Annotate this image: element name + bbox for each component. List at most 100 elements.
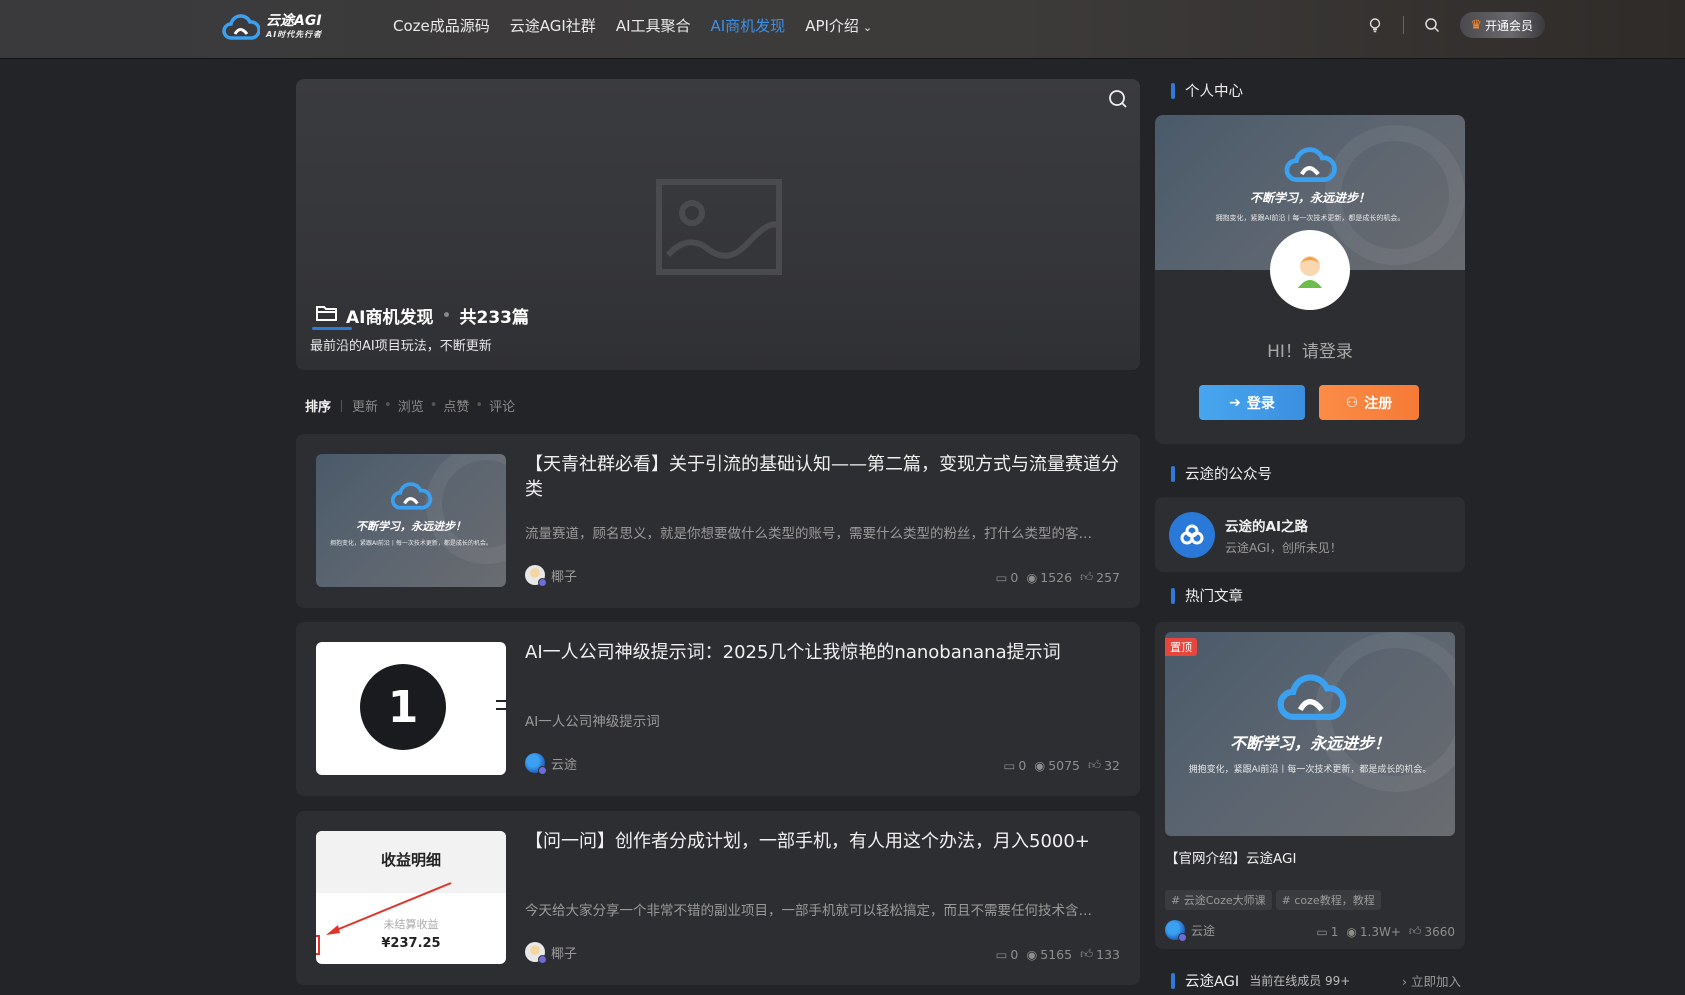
view-stat: ◉ 1.3W+	[1346, 924, 1401, 939]
comment-stat: ▭ 0	[1004, 757, 1027, 773]
post-card[interactable]: 收益明细 未结算收益 ¥237.25 【问一问】创作者分成计划，一部手机，有人用…	[296, 811, 1140, 985]
post-card[interactable]: 1 AI一人公司神级提示词：2025几个让我惊艳的nanobanana提示词 A…	[296, 622, 1140, 796]
verified-badge-icon	[538, 955, 547, 964]
red-arrow-icon	[326, 882, 452, 935]
heading-text: 热门文章	[1185, 589, 1243, 605]
post-stats: ▭ 0 ◉ 5075 👍︎ 32	[1004, 757, 1120, 773]
author-name: 椰子	[551, 569, 578, 585]
eye-icon: ◉	[1026, 569, 1038, 585]
sign-in-icon: ➔	[1229, 394, 1241, 411]
heading-accent	[1171, 82, 1175, 99]
brand-slogan: 不断学习，永远进步！	[1249, 191, 1370, 205]
personal-center-card: 不断学习，永远进步！ 拥抱变化，紧跟AI前沿丨每一次技术更新，都是成长的机会。 …	[1155, 115, 1465, 444]
site-logo[interactable]: 云途AGI AI时代先行者	[222, 10, 322, 46]
post-excerpt: 今天给大家分享一个非常不错的副业项目，一部手机就可以轻松搞定，而且不需要任何技术…	[525, 903, 1092, 919]
post-thumbnail[interactable]: 收益明细 未结算收益 ¥237.25	[316, 831, 506, 964]
hot-article-title[interactable]: 【官网介绍】云途AGI	[1165, 847, 1296, 867]
author-name: 云途	[1191, 923, 1216, 938]
hot-articles-heading: 热门文章	[1171, 585, 1243, 606]
sort-divider	[341, 399, 343, 412]
like-stat: 👍︎ 32	[1088, 757, 1120, 773]
like-stat: 👍︎ 133	[1080, 946, 1120, 962]
hot-article-tags: # 云途Coze大师课 # coze教程，教程	[1165, 890, 1385, 910]
nav-api-label: API介绍	[805, 16, 859, 35]
title-underline	[312, 327, 352, 330]
login-label: 登录	[1246, 395, 1275, 412]
theme-toggle-icon[interactable]	[1363, 13, 1387, 37]
brand-image: 不断学习，永远进步！ 拥抱变化，紧跟AI前沿丨每一次技术更新，都是成长的机会。	[1165, 632, 1455, 836]
thumb-heading: 收益明细	[380, 851, 441, 869]
comment-count: 0	[1010, 569, 1019, 585]
thumbs-up-icon: 👍︎	[1088, 757, 1102, 772]
verified-badge-icon	[538, 578, 547, 587]
search-icon[interactable]	[1420, 13, 1444, 37]
nav-community[interactable]: 云途AGI社群	[510, 15, 596, 36]
post-title[interactable]: 【问一问】创作者分成计划，一部手机，有人用这个办法，月入5000+	[525, 829, 1125, 854]
comment-count: 0	[1018, 757, 1027, 773]
heading-text: 云途的公众号	[1185, 467, 1272, 483]
nav-coze-source[interactable]: Coze成品源码	[393, 15, 490, 36]
sort-bar: 排序 更新 • 浏览 • 点赞 • 评论	[305, 396, 515, 415]
post-author[interactable]: 椰子	[525, 565, 578, 587]
eye-icon: ◉	[1034, 757, 1046, 773]
cloud-logo-icon	[1277, 674, 1347, 720]
user-avatar[interactable]	[1270, 230, 1350, 310]
join-link[interactable]: › 立即加入	[1402, 971, 1461, 990]
post-author[interactable]: 云途	[525, 753, 577, 775]
tag-link[interactable]: # coze教程，教程	[1275, 890, 1381, 910]
brand-subtitle: 拥抱变化，紧跟AI前沿丨每一次技术更新，都是成长的机会。	[1215, 214, 1405, 222]
title-separator: •	[441, 305, 452, 326]
post-stats: ▭ 0 ◉ 1526 👍︎ 257	[996, 569, 1120, 585]
post-thumbnail[interactable]: 不断学习，永远进步！ 拥抱变化，紧跟AI前沿丨每一次技术更新，都是成长的机会。	[316, 454, 506, 587]
main-nav: Coze成品源码 云途AGI社群 AI工具聚合 AI商机发现 API介绍 ⌄	[393, 0, 872, 50]
top-navbar: 云途AGI AI时代先行者 Coze成品源码 云途AGI社群 AI工具聚合 AI…	[0, 0, 1685, 58]
banner-title: AI商机发现	[346, 308, 434, 328]
vip-label: 开通会员	[1484, 18, 1533, 33]
hot-article-image[interactable]: 不断学习，永远进步！ 拥抱变化，紧跟AI前沿丨每一次技术更新，都是成长的机会。 …	[1165, 632, 1455, 836]
wechat-name: 云途的AI之路	[1225, 519, 1308, 535]
hot-article-card[interactable]: 不断学习，永远进步！ 拥抱变化，紧跟AI前沿丨每一次技术更新，都是成长的机会。 …	[1155, 622, 1465, 949]
nav-ai-opportunities[interactable]: AI商机发现	[711, 15, 786, 36]
sort-dot: •	[429, 398, 438, 413]
register-button[interactable]: ⚇ 注册	[1319, 385, 1419, 420]
brand-slogan: 不断学习，永远进步！	[1229, 734, 1390, 753]
view-count: 5165	[1040, 946, 1073, 962]
thumb-edge-mark	[496, 700, 506, 710]
sort-comments[interactable]: 评论	[489, 396, 515, 415]
sort-likes[interactable]: 点赞	[443, 396, 469, 415]
wechat-card[interactable]: 云途的AI之路 云途AGI，创所未见！	[1155, 497, 1465, 572]
post-title[interactable]: AI一人公司神级提示词：2025几个让我惊艳的nanobanana提示词	[525, 640, 1125, 665]
like-count: 3660	[1424, 924, 1455, 939]
login-button[interactable]: ➔ 登录	[1199, 385, 1305, 420]
nav-api[interactable]: API介绍 ⌄	[805, 15, 872, 36]
tag-link[interactable]: # 云途Coze大师课	[1165, 890, 1272, 910]
header-actions: ♛ 开通会员	[1363, 12, 1545, 38]
view-count: 1.3W+	[1359, 924, 1401, 939]
banner-description: 最前沿的AI项目玩法，不断更新	[310, 339, 492, 354]
avatar	[525, 942, 547, 964]
view-stat: ◉ 1526	[1026, 569, 1072, 585]
comment-icon: ▭	[995, 946, 1008, 962]
banner-search-icon[interactable]	[1108, 89, 1128, 113]
post-author[interactable]: 椰子	[525, 942, 578, 964]
vip-button[interactable]: ♛ 开通会员	[1460, 12, 1545, 38]
banner-count: 共233篇	[459, 308, 530, 328]
sort-update[interactable]: 更新	[352, 396, 378, 415]
post-thumbnail[interactable]: 1	[316, 642, 506, 775]
sort-views[interactable]: 浏览	[398, 396, 424, 415]
author-name: 椰子	[551, 946, 578, 962]
comment-count: 0	[1010, 946, 1019, 962]
avatar	[525, 565, 547, 587]
thumbs-up-icon: 👍︎	[1080, 569, 1094, 584]
heading-accent	[1171, 587, 1175, 604]
post-title[interactable]: 【天青社群必看】关于引流的基础认知——第二篇，变现方式与流量赛道分类	[525, 452, 1125, 502]
sort-dot: •	[384, 398, 392, 413]
thumbs-up-icon: 👍︎	[1080, 946, 1094, 961]
heading-text: 个人中心	[1185, 84, 1243, 100]
post-card[interactable]: 不断学习，永远进步！ 拥抱变化，紧跟AI前沿丨每一次技术更新，都是成长的机会。 …	[296, 434, 1140, 608]
comment-icon: ▭	[1003, 757, 1016, 773]
view-count: 5075	[1048, 757, 1081, 773]
image-placeholder-icon	[656, 179, 782, 279]
nav-ai-tools[interactable]: AI工具聚合	[616, 15, 691, 36]
hot-article-author[interactable]: 云途	[1165, 920, 1216, 942]
